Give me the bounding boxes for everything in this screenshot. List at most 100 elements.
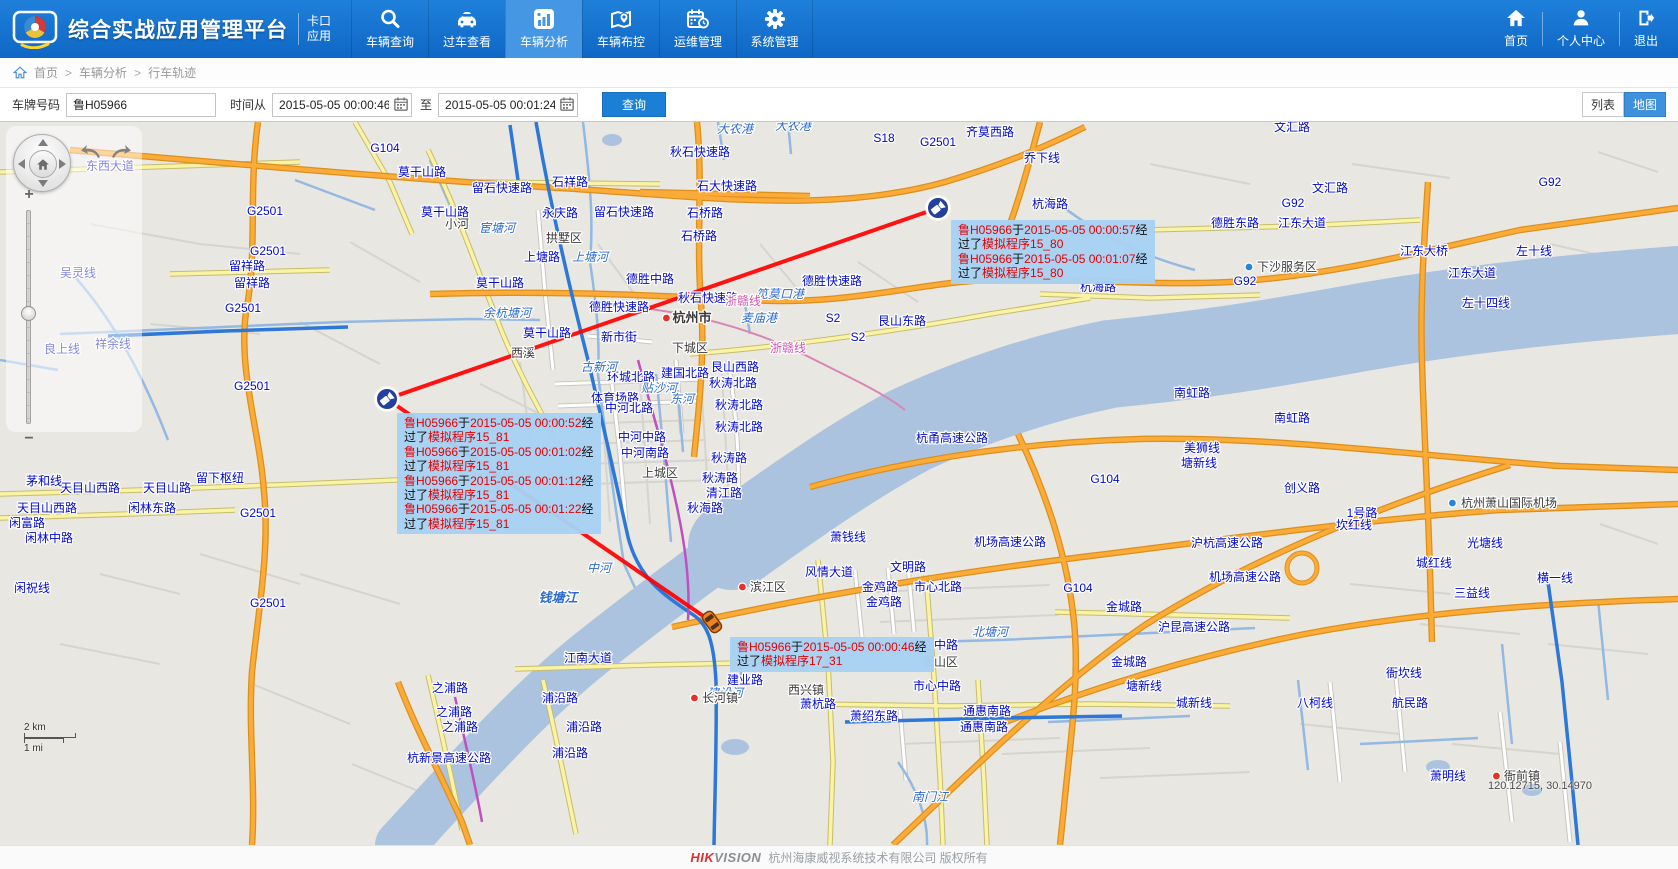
map-label: 航民路 <box>1392 695 1428 710</box>
town-marker-icon <box>738 583 746 591</box>
breadcrumb-home-icon[interactable] <box>13 66 27 79</box>
menu-item-ops-management[interactable]: 运维管理 <box>659 0 736 58</box>
pan-right-arrow[interactable] <box>59 159 66 169</box>
map-label: 金鸡路 <box>862 579 898 594</box>
menu-item-system-management[interactable]: 系统管理 <box>736 0 813 58</box>
history-back-button[interactable] <box>80 144 102 165</box>
map-label: 上塘路 <box>524 249 560 264</box>
car-icon <box>455 8 479 30</box>
query-button[interactable]: 查询 <box>602 92 666 117</box>
map-label: 永庆路 <box>542 205 578 220</box>
map-label: 左十四线 <box>1462 295 1510 310</box>
breadcrumb-separator: > <box>65 66 72 80</box>
map-label: 浦沿路 <box>542 690 578 705</box>
plate-number-label: 车牌号码 <box>12 96 60 113</box>
track-record-popup: 鲁H05966于2015-05-05 00:00:52经过了模拟程序15_81鲁… <box>397 413 601 534</box>
map-label: 创义路 <box>1284 480 1320 495</box>
header-right-menu: 首页 个人中心 退出 <box>1490 0 1678 58</box>
time-to-input[interactable] <box>438 93 578 117</box>
checkpoint-camera-marker[interactable] <box>925 195 951 221</box>
poi-marker-icon <box>1448 499 1456 507</box>
menu-item-vehicle-surveillance[interactable]: 车辆布控 <box>582 0 659 58</box>
map-label: 中河北路 <box>605 400 653 415</box>
map-label: 左十线 <box>1516 243 1552 258</box>
map-label: G104 <box>370 141 400 155</box>
map-label: 杭州萧山国际机场 <box>1461 495 1557 510</box>
map-label: G104 <box>1090 472 1120 486</box>
personal-center-button[interactable]: 个人中心 <box>1543 0 1619 58</box>
map-label: 天目山西路 <box>60 480 120 495</box>
map-label: G104 <box>1063 581 1093 595</box>
map-label: 莫干山路 <box>476 275 524 290</box>
calendar-clock-icon <box>686 8 710 30</box>
gear-icon <box>764 8 786 30</box>
checkpoint-camera-marker[interactable] <box>374 386 400 412</box>
map-label: 北塘河 <box>972 625 1010 639</box>
breadcrumb-item-analysis[interactable]: 车辆分析 <box>79 64 127 81</box>
map-label: 杭州市 <box>672 310 711 325</box>
map-label: 留石快速路 <box>594 204 654 219</box>
town-marker-icon <box>662 314 670 322</box>
map-label: 江南大道 <box>564 650 612 665</box>
menu-item-vehicle-query[interactable]: 车辆查询 <box>351 0 428 58</box>
map-label: 杭甬高速公路 <box>916 430 988 445</box>
map-label: 江东大道 <box>1448 266 1496 280</box>
map-label: 之浦路 <box>436 704 472 719</box>
logout-button[interactable]: 退出 <box>1620 0 1672 58</box>
map-label: 机场高速公路 <box>1209 569 1281 584</box>
map-label: 秋涛北路 <box>715 397 763 412</box>
map-label: 坎红线 <box>1336 517 1372 532</box>
map-label: G92 <box>1282 196 1305 210</box>
calendar-icon[interactable] <box>559 97 575 113</box>
map-label: 之浦路 <box>432 680 468 695</box>
zoom-in-button[interactable]: + <box>20 188 38 202</box>
map-label: 金城路 <box>1111 654 1147 669</box>
map-home-button[interactable] <box>29 150 57 178</box>
menu-item-passing-vehicles[interactable]: 过车查看 <box>428 0 505 58</box>
pan-left-arrow[interactable] <box>18 159 25 169</box>
menu-item-vehicle-analysis[interactable]: 车辆分析 <box>505 0 582 58</box>
map-label: 文明路 <box>890 559 926 574</box>
map-label: 之浦路 <box>442 719 478 734</box>
list-view-button[interactable]: 列表 <box>1582 92 1624 117</box>
map-label: 德胜东路 <box>1211 215 1259 230</box>
page-footer: HIKVISION 杭州海康威视系统技术有限公司 版权所有 <box>0 845 1678 869</box>
bar-chart-icon <box>533 8 555 30</box>
map-label: 塘新线 <box>1126 678 1162 693</box>
brand-divider <box>298 13 299 45</box>
map-canvas[interactable]: 东西大道G104莫干山路莫干山路莫干山路莫干山路石祥路留石快速路留石快速路石大快… <box>0 122 1678 845</box>
map-label: 秋涛北路 <box>715 419 763 434</box>
home-button[interactable]: 首页 <box>1490 0 1542 58</box>
zoom-slider[interactable]: + − <box>20 188 38 446</box>
map-label: 德胜快速路 <box>802 273 862 288</box>
map-label: 上塘河 <box>572 250 610 264</box>
zoom-out-button[interactable]: − <box>20 432 38 446</box>
time-from-input[interactable] <box>272 93 412 117</box>
map-label: 江东大道 <box>1278 216 1326 230</box>
map-label: S18 <box>873 131 895 145</box>
map-label: 余杭塘河 <box>483 306 533 320</box>
track-record-popup: 鲁H05966于2015-05-05 00:00:46经过了模拟程序17_31 <box>730 637 934 672</box>
view-toggle: 列表 地图 <box>1582 92 1666 117</box>
calendar-icon[interactable] <box>393 97 409 113</box>
breadcrumb-separator: > <box>134 66 141 80</box>
breadcrumb-item-home[interactable]: 首页 <box>34 64 58 81</box>
pan-up-arrow[interactable] <box>38 139 48 146</box>
map-label: 建国北路 <box>661 365 709 380</box>
map-label: 古新河 <box>581 360 619 374</box>
map-label: 清江路 <box>706 485 742 500</box>
map-label: 闲林东路 <box>128 500 176 515</box>
history-forward-button[interactable] <box>110 144 132 165</box>
zoom-handle[interactable] <box>21 306 36 321</box>
pan-down-arrow[interactable] <box>38 180 48 187</box>
map-label: 石大快速路 <box>697 178 757 193</box>
map-label: 浙赣线 <box>725 294 761 308</box>
app-brand[interactable]: 综合实战应用管理平台 卡口 应用 <box>0 0 341 58</box>
map-label: 杭新景高速公路 <box>407 750 491 765</box>
map-label: S2 <box>851 330 866 344</box>
map-label: 秋海路 <box>687 500 723 515</box>
map-view-button[interactable]: 地图 <box>1624 92 1666 117</box>
map-container[interactable]: 东西大道G104莫干山路莫干山路莫干山路莫干山路石祥路留石快速路留石快速路石大快… <box>0 122 1678 845</box>
plate-number-input[interactable] <box>66 93 216 117</box>
pan-control[interactable] <box>13 134 71 192</box>
